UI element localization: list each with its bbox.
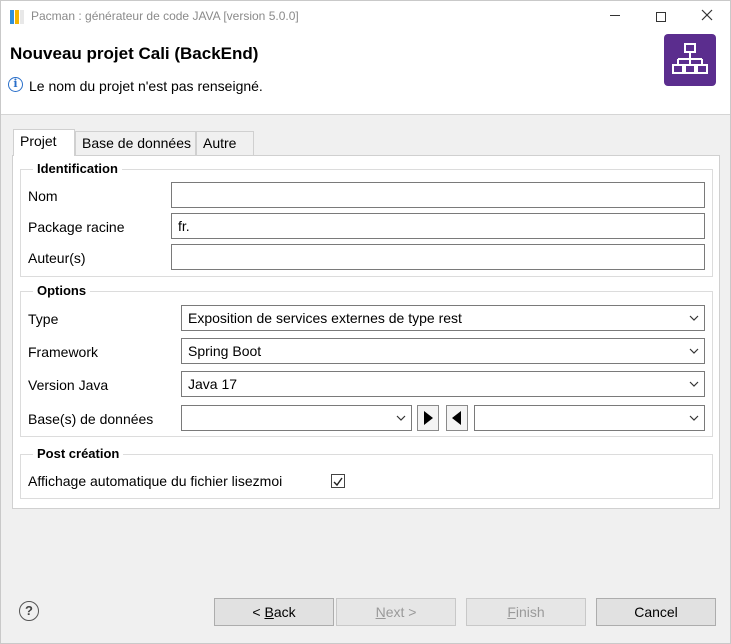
framework-select[interactable]: Spring Boot: [181, 338, 705, 364]
arrow-right-icon: [424, 411, 433, 425]
app-icon: [10, 10, 24, 24]
java-version-label: Version Java: [28, 377, 109, 393]
add-base-button[interactable]: [417, 405, 439, 431]
nom-label: Nom: [28, 188, 58, 204]
bases-selected-select[interactable]: [474, 405, 705, 431]
remove-base-button[interactable]: [446, 405, 468, 431]
close-button[interactable]: [684, 1, 730, 32]
cancel-button[interactable]: Cancel: [596, 598, 716, 626]
next-button-label: ext >: [385, 604, 417, 620]
checkmark-icon: [333, 477, 343, 487]
help-icon[interactable]: ?: [19, 601, 39, 621]
maximize-button[interactable]: [638, 1, 684, 32]
identification-legend: Identification: [33, 161, 122, 176]
window-title: Pacman : générateur de code JAVA [versio…: [31, 9, 299, 23]
close-icon: [701, 9, 713, 21]
finish-button-label: inish: [515, 604, 545, 620]
readme-checkbox[interactable]: [331, 474, 345, 488]
title-bar: Pacman : générateur de code JAVA [versio…: [1, 1, 730, 32]
back-button-mnemonic: B: [264, 604, 274, 620]
minimize-icon: [610, 15, 620, 16]
chevron-down-icon: [688, 372, 700, 396]
nom-field[interactable]: [171, 182, 705, 208]
arrow-left-icon: [452, 411, 461, 425]
page-title: Nouveau projet Cali (BackEnd): [10, 44, 259, 63]
info-icon: i: [8, 77, 23, 92]
back-button-mnemonic-prefix: <: [252, 604, 261, 620]
next-button-mnemonic: N: [375, 604, 386, 620]
back-button[interactable]: < Back: [214, 598, 334, 626]
validation-message: Le nom du projet n'est pas renseigné.: [29, 78, 263, 94]
framework-label: Framework: [28, 344, 99, 360]
chevron-down-icon: [688, 339, 700, 363]
tab-autre[interactable]: Autre: [196, 131, 254, 155]
type-label: Type: [28, 311, 59, 327]
java-version-select-value: Java 17: [188, 376, 238, 392]
minimize-button[interactable]: [592, 1, 638, 32]
framework-select-value: Spring Boot: [188, 343, 262, 359]
tab-panel-projet: Identification Nom Package racine fr. Au…: [12, 155, 720, 509]
java-version-select[interactable]: Java 17: [181, 371, 705, 397]
bases-available-select[interactable]: [181, 405, 412, 431]
chevron-down-icon: [688, 406, 700, 430]
auteurs-field[interactable]: [171, 244, 705, 270]
finish-button-mnemonic: F: [507, 604, 516, 620]
tab-projet[interactable]: Projet: [13, 129, 75, 156]
bases-label: Base(s) de données: [28, 411, 154, 427]
wizard-header: Nouveau projet Cali (BackEnd) i Le nom d…: [1, 32, 730, 115]
package-field[interactable]: fr.: [171, 213, 705, 239]
options-legend: Options: [33, 283, 91, 298]
tab-base-de-donnees[interactable]: Base de données: [75, 131, 196, 155]
chevron-down-icon: [688, 306, 700, 330]
auteurs-label: Auteur(s): [28, 250, 86, 266]
post-creation-legend: Post création: [33, 446, 124, 461]
type-select[interactable]: Exposition de services externes de type …: [181, 305, 705, 331]
next-button[interactable]: Next >: [336, 598, 456, 626]
back-button-label: ack: [273, 604, 296, 620]
readme-label: Affichage automatique du fichier lisezmo…: [28, 473, 283, 489]
maximize-icon: [656, 11, 666, 22]
type-select-value: Exposition de services externes de type …: [188, 310, 462, 326]
chevron-down-icon: [395, 406, 407, 430]
package-label: Package racine: [28, 219, 125, 235]
hierarchy-diagram-icon: [664, 34, 716, 86]
wizard-window: Pacman : générateur de code JAVA [versio…: [0, 0, 731, 644]
finish-button[interactable]: Finish: [466, 598, 586, 626]
